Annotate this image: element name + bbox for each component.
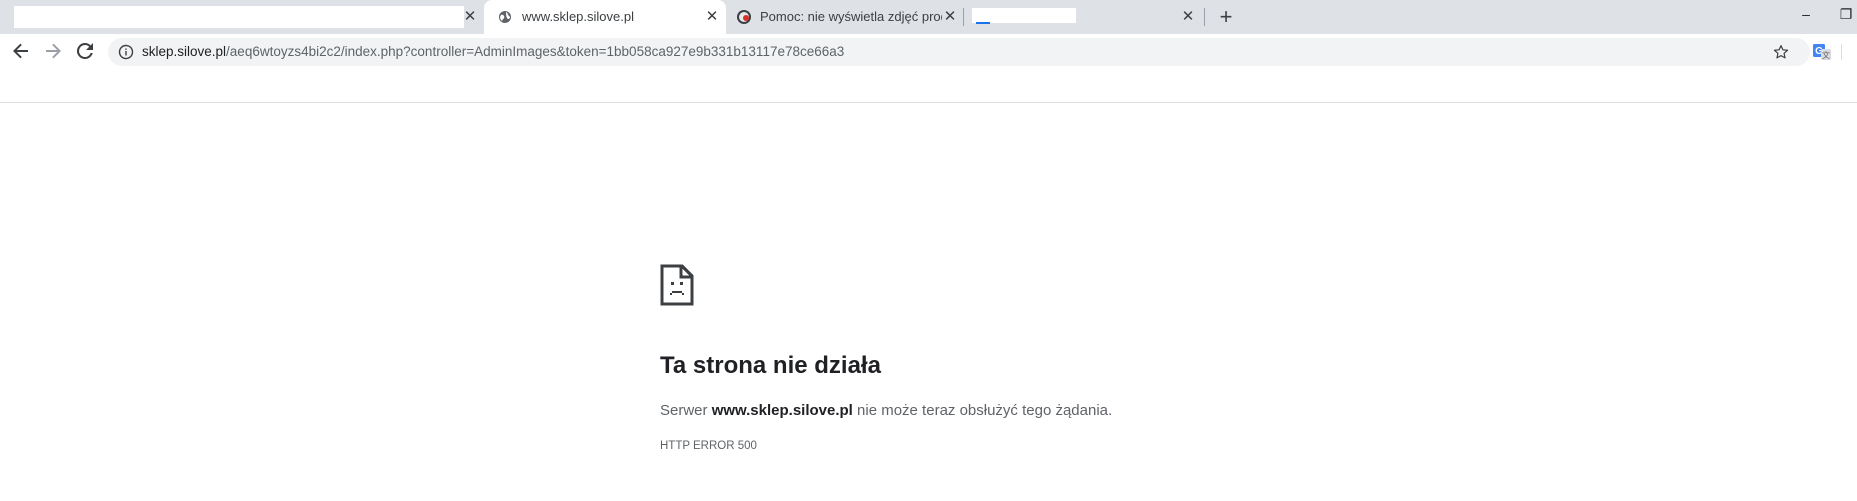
tab-2-close-icon[interactable]: ✕	[704, 9, 720, 25]
globe-icon	[499, 11, 511, 23]
error-body-suffix: nie może teraz obsłużyć tego żądania.	[852, 402, 1113, 419]
minimize-button[interactable]: –	[1796, 4, 1816, 24]
sad-page-icon	[660, 264, 694, 306]
tab-4[interactable]: ✕	[964, 0, 1204, 34]
error-body-prefix: Serwer	[660, 402, 712, 419]
forward-arrow-icon[interactable]	[41, 39, 65, 63]
url-path: /aeq6wtoyzs4bi2c2/index.php?controller=A…	[226, 44, 845, 59]
tab-3-close-icon[interactable]: ✕	[942, 9, 958, 25]
reload-icon[interactable]	[73, 39, 97, 63]
error-code: HTTP ERROR 500	[660, 440, 757, 452]
new-tab-plus-icon[interactable]: +	[1216, 6, 1236, 28]
error-title: Ta strona nie działa	[660, 352, 881, 379]
svg-text:文: 文	[1822, 50, 1830, 60]
tab-strip: ✕ www.sklep.silove.pl ✕ Pomoc: nie wyświ…	[0, 0, 1857, 34]
back-arrow-icon[interactable]	[9, 39, 33, 63]
tab-1[interactable]	[8, 0, 484, 34]
tab-1-close-icon[interactable]: ✕	[462, 9, 478, 25]
info-icon[interactable]	[118, 44, 134, 60]
tab-2-active[interactable]: www.sklep.silove.pl ✕	[484, 0, 726, 34]
tab-1-title	[16, 0, 456, 34]
star-icon[interactable]	[1772, 43, 1790, 61]
toolbar-divider	[0, 102, 1857, 103]
translate-icon[interactable]: G 文	[1812, 42, 1832, 62]
pomoc-favicon-icon	[737, 10, 751, 24]
tab-4-title	[994, 0, 1144, 34]
loading-favicon	[976, 22, 990, 24]
url-text[interactable]: sklep.silove.pl/aeq6wtoyzs4bi2c2/index.p…	[142, 38, 844, 66]
tab-3-title: Pomoc: nie wyświetla zdjęć produ	[760, 9, 942, 24]
tab-4-close-icon[interactable]: ✕	[1180, 9, 1196, 25]
error-body-host: www.sklep.silove.pl	[711, 402, 853, 419]
error-description: Serwer www.sklep.silove.pl nie może tera…	[660, 402, 1112, 419]
restore-button[interactable]: ❐	[1836, 4, 1856, 24]
address-bar[interactable]: sklep.silove.pl/aeq6wtoyzs4bi2c2/index.p…	[108, 38, 1810, 66]
tab-3[interactable]: Pomoc: nie wyświetla zdjęć produ ✕	[726, 0, 962, 34]
url-host: sklep.silove.pl	[142, 44, 227, 59]
toolbar-separator	[1841, 44, 1842, 60]
tab-separator	[1204, 8, 1205, 26]
tab-2-title: www.sklep.silove.pl	[522, 9, 634, 24]
